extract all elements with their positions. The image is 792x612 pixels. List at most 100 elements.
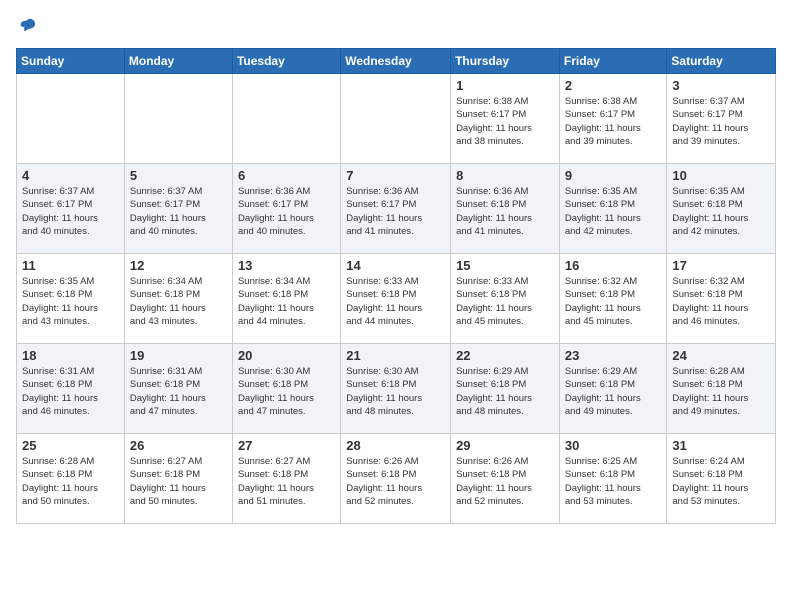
day-info: Sunrise: 6:38 AM Sunset: 6:17 PM Dayligh… <box>565 95 662 148</box>
calendar-week-row: 1 Sunrise: 6:38 AM Sunset: 6:17 PM Daylig… <box>17 74 776 164</box>
page-header <box>16 16 776 36</box>
day-info: Sunrise: 6:35 AM Sunset: 6:18 PM Dayligh… <box>22 275 119 328</box>
calendar-cell: 9Sunrise: 6:35 AM Sunset: 6:18 PM Daylig… <box>559 164 667 254</box>
day-info: Sunrise: 6:25 AM Sunset: 6:18 PM Dayligh… <box>565 455 662 508</box>
calendar-cell: 30 Sunrise: 6:25 AM Sunset: 6:18 PM Dayli… <box>559 434 667 524</box>
calendar-week-row: 18 Sunrise: 6:31 AM Sunset: 6:18 PM Dayli… <box>17 344 776 434</box>
day-info: Sunrise: 6:37 AM Sunset: 6:17 PM Dayligh… <box>22 185 119 238</box>
day-number: 10 <box>672 168 770 183</box>
calendar-cell: 20 Sunrise: 6:30 AM Sunset: 6:18 PM Dayli… <box>232 344 340 434</box>
day-number: 28 <box>346 438 445 453</box>
calendar-cell: 25 Sunrise: 6:28 AM Sunset: 6:18 PM Dayli… <box>17 434 125 524</box>
day-info: Sunrise: 6:28 AM Sunset: 6:18 PM Dayligh… <box>22 455 119 508</box>
calendar-cell: 23 Sunrise: 6:29 AM Sunset: 6:18 PM Dayli… <box>559 344 667 434</box>
day-info: Sunrise: 6:36 AM Sunset: 6:17 PM Dayligh… <box>238 185 335 238</box>
calendar-cell: 11 Sunrise: 6:35 AM Sunset: 6:18 PM Dayli… <box>17 254 125 344</box>
day-info: Sunrise: 6:31 AM Sunset: 6:18 PM Dayligh… <box>130 365 227 418</box>
calendar-week-row: 4 Sunrise: 6:37 AM Sunset: 6:17 PM Daylig… <box>17 164 776 254</box>
day-number: 4 <box>22 168 119 183</box>
day-info: Sunrise: 6:33 AM Sunset: 6:18 PM Dayligh… <box>456 275 554 328</box>
calendar-cell: 27Sunrise: 6:27 AM Sunset: 6:18 PM Dayli… <box>232 434 340 524</box>
calendar-cell: 22Sunrise: 6:29 AM Sunset: 6:18 PM Dayli… <box>451 344 560 434</box>
calendar-cell: 29 Sunrise: 6:26 AM Sunset: 6:18 PM Dayli… <box>451 434 560 524</box>
day-number: 20 <box>238 348 335 363</box>
day-info: Sunrise: 6:30 AM Sunset: 6:18 PM Dayligh… <box>238 365 335 418</box>
day-number: 11 <box>22 258 119 273</box>
day-info: Sunrise: 6:29 AM Sunset: 6:18 PM Dayligh… <box>456 365 554 418</box>
day-info: Sunrise: 6:30 AM Sunset: 6:18 PM Dayligh… <box>346 365 445 418</box>
calendar-cell: 6 Sunrise: 6:36 AM Sunset: 6:17 PM Daylig… <box>232 164 340 254</box>
calendar-header-tuesday: Tuesday <box>232 49 340 74</box>
day-info: Sunrise: 6:28 AM Sunset: 6:18 PM Dayligh… <box>672 365 770 418</box>
day-number: 17 <box>672 258 770 273</box>
logo-bird-icon <box>18 16 38 36</box>
day-number: 30 <box>565 438 662 453</box>
day-number: 31 <box>672 438 770 453</box>
calendar-cell: 7 Sunrise: 6:36 AM Sunset: 6:17 PM Daylig… <box>341 164 451 254</box>
day-info: Sunrise: 6:29 AM Sunset: 6:18 PM Dayligh… <box>565 365 662 418</box>
logo <box>16 16 38 36</box>
day-number: 29 <box>456 438 554 453</box>
day-info: Sunrise: 6:32 AM Sunset: 6:18 PM Dayligh… <box>672 275 770 328</box>
calendar-cell: 1 Sunrise: 6:38 AM Sunset: 6:17 PM Daylig… <box>451 74 560 164</box>
day-info: Sunrise: 6:37 AM Sunset: 6:17 PM Dayligh… <box>130 185 227 238</box>
calendar-cell: 26Sunrise: 6:27 AM Sunset: 6:18 PM Dayli… <box>124 434 232 524</box>
day-number: 24 <box>672 348 770 363</box>
calendar-header-friday: Friday <box>559 49 667 74</box>
day-number: 16 <box>565 258 662 273</box>
calendar-cell: 19Sunrise: 6:31 AM Sunset: 6:18 PM Dayli… <box>124 344 232 434</box>
calendar-cell: 10 Sunrise: 6:35 AM Sunset: 6:18 PM Dayli… <box>667 164 776 254</box>
calendar-header-thursday: Thursday <box>451 49 560 74</box>
calendar-cell: 5 Sunrise: 6:37 AM Sunset: 6:17 PM Daylig… <box>124 164 232 254</box>
day-info: Sunrise: 6:26 AM Sunset: 6:18 PM Dayligh… <box>346 455 445 508</box>
calendar-cell: 12 Sunrise: 6:34 AM Sunset: 6:18 PM Dayli… <box>124 254 232 344</box>
day-number: 14 <box>346 258 445 273</box>
calendar-cell <box>17 74 125 164</box>
day-info: Sunrise: 6:26 AM Sunset: 6:18 PM Dayligh… <box>456 455 554 508</box>
day-number: 2 <box>565 78 662 93</box>
calendar-table: SundayMondayTuesdayWednesdayThursdayFrid… <box>16 48 776 524</box>
day-number: 9 <box>565 168 662 183</box>
day-number: 5 <box>130 168 227 183</box>
calendar-week-row: 25 Sunrise: 6:28 AM Sunset: 6:18 PM Dayli… <box>17 434 776 524</box>
day-number: 6 <box>238 168 335 183</box>
day-number: 3 <box>672 78 770 93</box>
calendar-cell: 28 Sunrise: 6:26 AM Sunset: 6:18 PM Dayli… <box>341 434 451 524</box>
day-number: 12 <box>130 258 227 273</box>
calendar-cell: 2 Sunrise: 6:38 AM Sunset: 6:17 PM Daylig… <box>559 74 667 164</box>
calendar-cell <box>232 74 340 164</box>
day-number: 7 <box>346 168 445 183</box>
day-number: 26 <box>130 438 227 453</box>
day-number: 13 <box>238 258 335 273</box>
calendar-cell: 15 Sunrise: 6:33 AM Sunset: 6:18 PM Dayli… <box>451 254 560 344</box>
day-info: Sunrise: 6:34 AM Sunset: 6:18 PM Dayligh… <box>238 275 335 328</box>
calendar-cell <box>124 74 232 164</box>
calendar-cell: 3Sunrise: 6:37 AM Sunset: 6:17 PM Daylig… <box>667 74 776 164</box>
day-info: Sunrise: 6:34 AM Sunset: 6:18 PM Dayligh… <box>130 275 227 328</box>
day-number: 15 <box>456 258 554 273</box>
day-info: Sunrise: 6:31 AM Sunset: 6:18 PM Dayligh… <box>22 365 119 418</box>
day-info: Sunrise: 6:24 AM Sunset: 6:18 PM Dayligh… <box>672 455 770 508</box>
calendar-cell: 21 Sunrise: 6:30 AM Sunset: 6:18 PM Dayli… <box>341 344 451 434</box>
calendar-cell: 16Sunrise: 6:32 AM Sunset: 6:18 PM Dayli… <box>559 254 667 344</box>
calendar-cell: 24 Sunrise: 6:28 AM Sunset: 6:18 PM Dayli… <box>667 344 776 434</box>
day-info: Sunrise: 6:36 AM Sunset: 6:17 PM Dayligh… <box>346 185 445 238</box>
calendar-cell: 14 Sunrise: 6:33 AM Sunset: 6:18 PM Dayli… <box>341 254 451 344</box>
calendar-cell: 4 Sunrise: 6:37 AM Sunset: 6:17 PM Daylig… <box>17 164 125 254</box>
calendar-header-saturday: Saturday <box>667 49 776 74</box>
day-info: Sunrise: 6:27 AM Sunset: 6:18 PM Dayligh… <box>238 455 335 508</box>
calendar-cell: 31 Sunrise: 6:24 AM Sunset: 6:18 PM Dayli… <box>667 434 776 524</box>
day-number: 23 <box>565 348 662 363</box>
day-number: 25 <box>22 438 119 453</box>
calendar-cell: 18 Sunrise: 6:31 AM Sunset: 6:18 PM Dayli… <box>17 344 125 434</box>
day-number: 8 <box>456 168 554 183</box>
day-number: 21 <box>346 348 445 363</box>
calendar-header-row: SundayMondayTuesdayWednesdayThursdayFrid… <box>17 49 776 74</box>
calendar-cell <box>341 74 451 164</box>
day-number: 1 <box>456 78 554 93</box>
day-info: Sunrise: 6:38 AM Sunset: 6:17 PM Dayligh… <box>456 95 554 148</box>
day-info: Sunrise: 6:33 AM Sunset: 6:18 PM Dayligh… <box>346 275 445 328</box>
calendar-cell: 17 Sunrise: 6:32 AM Sunset: 6:18 PM Dayli… <box>667 254 776 344</box>
day-number: 18 <box>22 348 119 363</box>
day-info: Sunrise: 6:35 AM Sunset: 6:18 PM Dayligh… <box>672 185 770 238</box>
